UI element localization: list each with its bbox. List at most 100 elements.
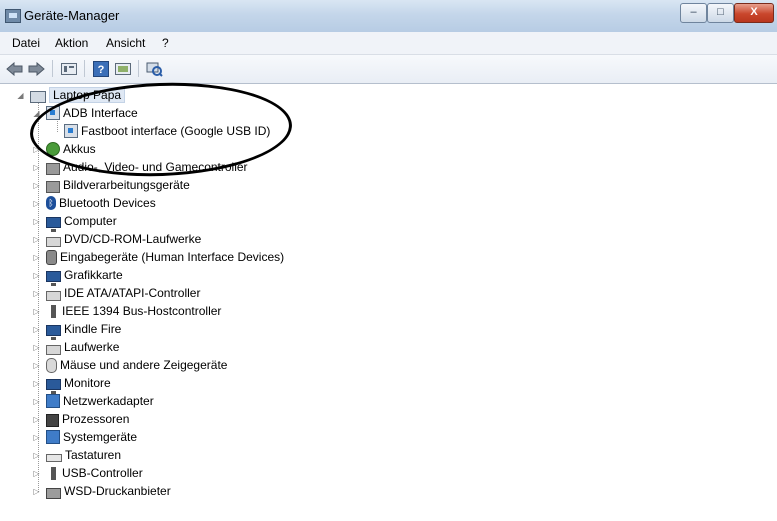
tree-item-label: Kindle Fire [64, 322, 122, 336]
monitor-icon [46, 378, 61, 394]
display-adapter-icon [46, 270, 61, 286]
tree-item-bildverarbeitung[interactable]: ▷ Bildverarbeitungsgeräte [32, 176, 190, 194]
menu-help[interactable]: ? [162, 36, 169, 50]
tree-item-label: Prozessoren [62, 412, 130, 426]
menu-ansicht[interactable]: Ansicht [106, 36, 145, 50]
minimize-button[interactable]: – [680, 3, 707, 23]
tree-item-systemgeraete[interactable]: ▷ Systemgeräte [32, 428, 137, 446]
expand-arrow-icon[interactable]: ▷ [32, 289, 41, 298]
expand-arrow-icon[interactable]: ▷ [32, 217, 41, 226]
tree-item-tastaturen[interactable]: ▷ Tastaturen [32, 446, 121, 464]
tree-item-label: WSD-Druckanbieter [64, 484, 171, 498]
title-bar: Geräte-Manager – □ X [0, 0, 777, 33]
menu-bar: Datei Aktion Ansicht ? [0, 32, 777, 55]
scan-hardware-icon[interactable] [145, 59, 164, 78]
tree-item-label: IEEE 1394 Bus-Hostcontroller [62, 304, 222, 318]
tree-item-usb-controller[interactable]: ▷ USB-Controller [32, 464, 143, 482]
expand-arrow-icon[interactable]: ▷ [32, 469, 41, 478]
back-arrow-icon[interactable] [5, 59, 24, 78]
expand-arrow-icon[interactable]: ▷ [32, 163, 41, 172]
forward-arrow-icon[interactable] [27, 59, 46, 78]
mouse-icon [46, 357, 57, 373]
usb-device-icon [64, 124, 78, 138]
kindle-device-icon [46, 324, 61, 340]
camera-icon [46, 180, 60, 193]
tree-item-label: Bluetooth Devices [59, 196, 156, 210]
tree-item-netzwerkadapter[interactable]: ▷ Netzwerkadapter [32, 392, 154, 410]
tree-item-label: Systemgeräte [63, 430, 138, 444]
tree-item-label: Laufwerke [64, 340, 120, 354]
tree-item-eingabegeraete[interactable]: ▷ Eingabegeräte (Human Interface Devices… [32, 248, 284, 266]
tree-item-maeuse[interactable]: ▷ Mäuse und andere Zeigegeräte [32, 356, 227, 374]
expand-arrow-icon[interactable]: ▷ [32, 343, 41, 352]
expand-arrow-icon[interactable]: ▷ [32, 235, 41, 244]
menu-aktion[interactable]: Aktion [55, 36, 88, 50]
tree-item-akkus[interactable]: ▷ Akkus [32, 140, 96, 158]
tree-item-label: ADB Interface [63, 106, 138, 120]
system-device-icon [46, 430, 60, 444]
expand-arrow-icon[interactable]: ▷ [32, 379, 41, 388]
expand-arrow-icon[interactable]: ▷ [32, 433, 41, 442]
tree-root-label: Laptop Papa [49, 87, 126, 103]
update-driver-icon[interactable] [113, 59, 132, 78]
tree-item-label: DVD/CD-ROM-Laufwerke [64, 232, 202, 246]
tree-item-label: Monitore [64, 376, 111, 390]
expand-arrow-icon[interactable]: ▷ [32, 361, 41, 370]
ide-controller-icon [46, 291, 61, 301]
help-icon[interactable]: ? [91, 59, 110, 78]
tree-item-label: Audio-, Video- und Gamecontroller [63, 160, 248, 174]
tree-item-ieee1394[interactable]: ▷ IEEE 1394 Bus-Hostcontroller [32, 302, 221, 320]
tree-item-wsd-druckanbieter[interactable]: ▷ WSD-Druckanbieter [32, 482, 171, 500]
tree-item-label: USB-Controller [62, 466, 143, 480]
expand-arrow-icon[interactable]: ▷ [32, 325, 41, 334]
tree-item-laufwerke[interactable]: ▷ Laufwerke [32, 338, 119, 356]
disk-drive-icon [46, 345, 61, 355]
tree-item-dvd[interactable]: ▷ DVD/CD-ROM-Laufwerke [32, 230, 201, 248]
tree-item-prozessoren[interactable]: ▷ Prozessoren [32, 410, 129, 428]
keyboard-icon [46, 454, 62, 462]
dvd-drive-icon [46, 237, 61, 247]
processor-icon [46, 413, 59, 427]
tree-item-audio-video[interactable]: ▷ Audio-, Video- und Gamecontroller [32, 158, 248, 176]
expand-arrow-icon[interactable]: ▷ [32, 145, 41, 154]
tree-item-fastboot-interface[interactable]: Fastboot interface (Google USB ID) [64, 122, 270, 140]
speaker-icon [46, 162, 60, 175]
tree-item-monitore[interactable]: ▷ Monitore [32, 374, 111, 394]
close-button[interactable]: X [734, 3, 774, 23]
collapse-arrow-icon[interactable]: ◢ [32, 109, 41, 118]
toolbar-separator [52, 60, 53, 77]
tree-item-computer[interactable]: ▷ Computer [32, 212, 117, 232]
tree-item-label: Akkus [63, 142, 96, 156]
properties-icon[interactable] [59, 59, 78, 78]
expand-arrow-icon[interactable]: ▷ [32, 451, 41, 460]
expand-arrow-icon[interactable]: ▷ [32, 199, 41, 208]
expand-arrow-icon[interactable]: ▷ [32, 307, 41, 316]
maximize-button[interactable]: □ [707, 3, 734, 23]
expand-arrow-icon[interactable]: ▷ [32, 487, 41, 496]
network-adapter-icon [46, 394, 60, 408]
tree-item-bluetooth[interactable]: ▷ ᛒ Bluetooth Devices [32, 194, 156, 212]
tree-root[interactable]: ◢ Laptop Papa [16, 86, 126, 104]
printer-icon [46, 487, 61, 499]
tree-item-label: Mäuse und andere Zeigegeräte [60, 358, 228, 372]
laptop-icon [30, 90, 46, 103]
toolbar: ? [0, 55, 777, 84]
tree-item-label: Fastboot interface (Google USB ID) [81, 124, 271, 138]
toolbar-separator [138, 60, 139, 77]
tree-item-grafikkarte[interactable]: ▷ Grafikkarte [32, 266, 123, 286]
expand-arrow-icon[interactable]: ▷ [32, 415, 41, 424]
expand-arrow-icon[interactable]: ▷ [32, 397, 41, 406]
collapse-arrow-icon[interactable]: ◢ [16, 91, 25, 100]
tree-item-kindle-fire[interactable]: ▷ Kindle Fire [32, 320, 122, 340]
tree-item-label: Eingabegeräte (Human Interface Devices) [60, 250, 285, 264]
tree-item-ide[interactable]: ▷ IDE ATA/ATAPI-Controller [32, 284, 200, 302]
expand-arrow-icon[interactable]: ▷ [32, 271, 41, 280]
device-manager-icon [5, 9, 21, 23]
bluetooth-icon: ᛒ [46, 196, 56, 210]
expand-arrow-icon[interactable]: ▷ [32, 253, 41, 262]
battery-icon [46, 142, 60, 156]
firewire-icon [51, 304, 56, 318]
expand-arrow-icon[interactable]: ▷ [32, 181, 41, 190]
tree-item-adb-interface[interactable]: ◢ ADB Interface [32, 104, 138, 122]
menu-datei[interactable]: Datei [12, 36, 40, 50]
